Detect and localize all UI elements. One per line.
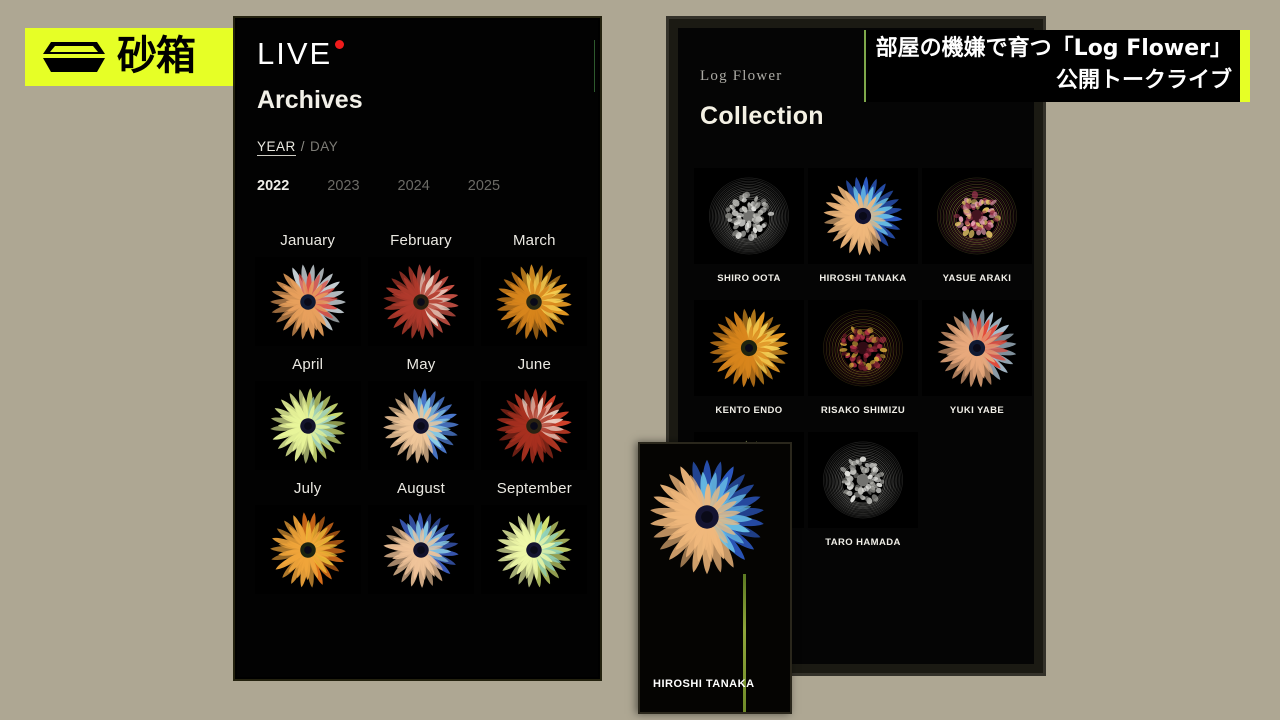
month-cell[interactable]: July [251, 480, 364, 594]
collection-title: Collection [700, 102, 824, 131]
broadcast-caption: 部屋の機嫌で育つ「Log Flower」 公開トークライブ [864, 30, 1250, 102]
collection-artist-name: RISAKO SHIMIZU [821, 405, 905, 416]
sandbox-logo-badge: 砂箱 [25, 28, 247, 86]
collection-artist-name: YUKI YABE [950, 405, 1004, 416]
page-title: Archives [257, 86, 363, 115]
flower-stem [743, 574, 746, 712]
collection-flower-thumbnail [808, 168, 918, 264]
month-flower-thumbnail [368, 381, 474, 470]
archives-device-panel: LIVE Archives YEAR / DAY 2022 2023 2024 202… [233, 16, 602, 681]
collection-flower-thumbnail [808, 432, 918, 528]
month-flower-thumbnail [368, 257, 474, 346]
year-option-2025[interactable]: 2025 [468, 178, 500, 194]
month-flower-thumbnail [481, 257, 587, 346]
collection-flower-thumbnail [694, 168, 804, 264]
month-label: January [280, 232, 335, 249]
collection-artist-name: TARO HAMADA [825, 537, 900, 548]
month-cell[interactable]: January [251, 232, 364, 346]
month-flower-thumbnail [255, 257, 361, 346]
month-flower-thumbnail [481, 381, 587, 470]
month-flower-thumbnail [255, 505, 361, 594]
mode-year[interactable]: YEAR [257, 139, 296, 156]
collection-item[interactable]: YASUE ARAKI [920, 168, 1034, 284]
flower-detail-card[interactable]: HIROSHI TANAKA [638, 442, 792, 714]
collection-item[interactable]: RISAKO SHIMIZU [806, 300, 920, 416]
mode-separator: / [301, 139, 305, 154]
live-status-dot [335, 40, 344, 49]
year-option-2022[interactable]: 2022 [257, 178, 289, 194]
caption-line-2: 公開トークライブ [864, 64, 1250, 98]
month-cell[interactable]: March [478, 232, 591, 346]
mode-day[interactable]: DAY [310, 139, 338, 154]
collection-item[interactable]: SHIRO OOTA [692, 168, 806, 284]
month-label: February [390, 232, 452, 249]
month-label: May [407, 356, 436, 373]
sandbox-logo-text: 砂箱 [117, 36, 195, 76]
detail-flower-icon [642, 452, 772, 582]
collection-artist-name: YASUE ARAKI [943, 273, 1012, 284]
collection-artist-name: HIROSHI TANAKA [819, 273, 906, 284]
collection-artist-name: SHIRO OOTA [717, 273, 780, 284]
month-flower-thumbnail [368, 505, 474, 594]
month-label: July [294, 480, 321, 497]
collection-flower-thumbnail [694, 300, 804, 396]
view-mode-toggle[interactable]: YEAR / DAY [257, 139, 338, 156]
archives-screen: LIVE Archives YEAR / DAY 2022 2023 2024 202… [237, 20, 598, 677]
live-label: LIVE [257, 38, 332, 69]
month-cell[interactable]: May [364, 356, 477, 470]
month-flower-thumbnail [255, 381, 361, 470]
month-cell[interactable]: September [478, 480, 591, 594]
month-cell[interactable]: April [251, 356, 364, 470]
caption-right-accent [1240, 30, 1250, 102]
month-label: April [292, 356, 323, 373]
collection-flower-thumbnail [808, 300, 918, 396]
detail-artwork [640, 444, 790, 712]
year-option-2024[interactable]: 2024 [398, 178, 430, 194]
collection-flower-thumbnail [922, 168, 1032, 264]
sandbox-trapezoid-icon [37, 38, 111, 76]
logflower-logo: Log Flower [700, 68, 782, 85]
month-grid: January February March April May June July Augu… [251, 232, 591, 594]
collection-item[interactable]: TARO HAMADA [806, 432, 920, 548]
live-indicator: LIVE [257, 38, 344, 69]
collection-item[interactable]: KENTO ENDO [692, 300, 806, 416]
detail-artist-name: HIROSHI TANAKA [653, 678, 755, 690]
collection-flower-thumbnail [922, 300, 1032, 396]
month-label: March [513, 232, 556, 249]
month-label: June [518, 356, 551, 373]
collection-item[interactable]: YUKI YABE [920, 300, 1034, 416]
year-selector[interactable]: 2022 2023 2024 2025 [257, 178, 500, 194]
header-divider [594, 40, 595, 92]
caption-line-1: 部屋の機嫌で育つ「Log Flower」 [864, 32, 1250, 66]
month-cell[interactable]: February [364, 232, 477, 346]
month-cell[interactable]: August [364, 480, 477, 594]
collection-artist-name: KENTO ENDO [715, 405, 782, 416]
month-label: September [497, 480, 572, 497]
year-option-2023[interactable]: 2023 [327, 178, 359, 194]
collection-item[interactable]: HIROSHI TANAKA [806, 168, 920, 284]
month-flower-thumbnail [481, 505, 587, 594]
month-label: August [397, 480, 445, 497]
month-cell[interactable]: June [478, 356, 591, 470]
